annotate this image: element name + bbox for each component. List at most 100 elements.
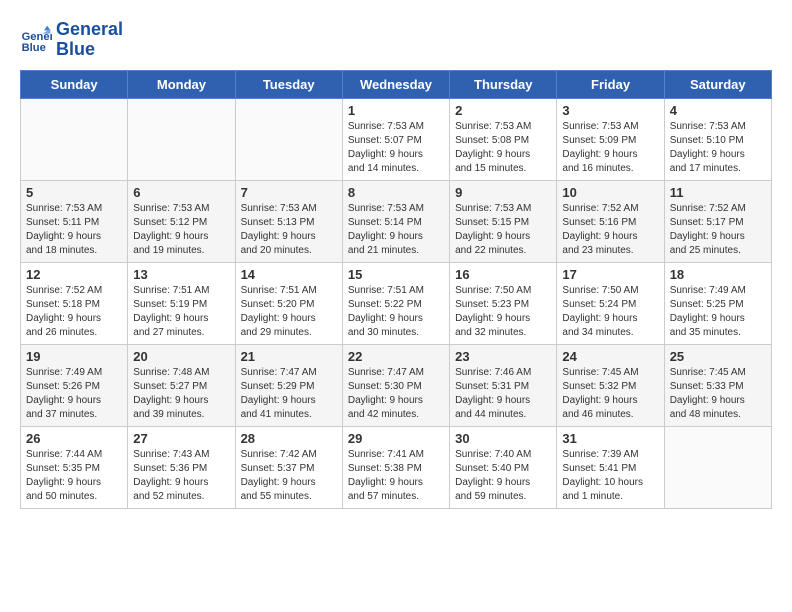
calendar-cell: 8 Sunrise: 7:53 AM Sunset: 5:14 PM Daylig… [342,180,449,262]
calendar-cell: 11 Sunrise: 7:52 AM Sunset: 5:17 PM Dayli… [664,180,771,262]
calendar-body: 1Sunrise: 7:53 AM Sunset: 5:07 PM Daylig… [21,98,772,508]
calendar-cell: 18 Sunrise: 7:49 AM Sunset: 5:25 PM Dayli… [664,262,771,344]
cell-content: Sunrise: 7:49 AM Sunset: 5:26 PM Dayligh… [26,366,122,422]
calendar-cell [235,98,342,180]
calendar-cell: 15 Sunrise: 7:51 AM Sunset: 5:22 PM Dayli… [342,262,449,344]
cell-content: Sunrise: 7:53 AM Sunset: 5:10 PM Dayligh… [670,120,766,176]
day-number: 1 [348,103,444,118]
day-number: 10 [562,185,658,200]
day-number: 20 [133,349,229,364]
day-number: 28 [241,431,337,446]
day-number: 21 [241,349,337,364]
cell-content: Sunrise: 7:44 AM Sunset: 5:35 PM Dayligh… [26,448,122,504]
calendar-cell: 17Sunrise: 7:50 AM Sunset: 5:24 PM Dayli… [557,262,664,344]
day-number: 16 [455,267,551,282]
day-number: 4 [670,103,766,118]
cell-content: Sunrise: 7:52 AM Sunset: 5:17 PM Dayligh… [670,202,766,258]
cell-content: Sunrise: 7:47 AM Sunset: 5:29 PM Dayligh… [241,366,337,422]
week-row-4: 19Sunrise: 7:49 AM Sunset: 5:26 PM Dayli… [21,344,772,426]
calendar-cell [664,426,771,508]
calendar-cell: 19Sunrise: 7:49 AM Sunset: 5:26 PM Dayli… [21,344,128,426]
cell-content: Sunrise: 7:45 AM Sunset: 5:33 PM Dayligh… [670,366,766,422]
day-header-monday: Monday [128,70,235,98]
calendar-header: SundayMondayTuesdayWednesdayThursdayFrid… [21,70,772,98]
calendar-cell [21,98,128,180]
day-number: 24 [562,349,658,364]
day-number: 15 [348,267,444,282]
page-header: General Blue General Blue [20,20,772,60]
cell-content: Sunrise: 7:51 AM Sunset: 5:20 PM Dayligh… [241,284,337,340]
calendar-cell: 26 Sunrise: 7:44 AM Sunset: 5:35 PM Dayli… [21,426,128,508]
calendar-cell: 5 Sunrise: 7:53 AM Sunset: 5:11 PM Daylig… [21,180,128,262]
cell-content: Sunrise: 7:39 AM Sunset: 5:41 PM Dayligh… [562,448,658,504]
day-number: 6 [133,185,229,200]
day-number: 14 [241,267,337,282]
day-number: 8 [348,185,444,200]
day-header-sunday: Sunday [21,70,128,98]
day-number: 5 [26,185,122,200]
day-number: 27 [133,431,229,446]
calendar-cell: 6 Sunrise: 7:53 AM Sunset: 5:12 PM Daylig… [128,180,235,262]
day-number: 9 [455,185,551,200]
day-header-wednesday: Wednesday [342,70,449,98]
day-number: 3 [562,103,658,118]
day-number: 23 [455,349,551,364]
calendar-cell: 13Sunrise: 7:51 AM Sunset: 5:19 PM Dayli… [128,262,235,344]
week-row-5: 26 Sunrise: 7:44 AM Sunset: 5:35 PM Dayli… [21,426,772,508]
calendar-cell: 23 Sunrise: 7:46 AM Sunset: 5:31 PM Dayli… [450,344,557,426]
cell-content: Sunrise: 7:51 AM Sunset: 5:22 PM Dayligh… [348,284,444,340]
day-header-friday: Friday [557,70,664,98]
logo-icon: General Blue [20,24,52,56]
day-header-saturday: Saturday [664,70,771,98]
calendar-table: SundayMondayTuesdayWednesdayThursdayFrid… [20,70,772,509]
calendar-cell: 28Sunrise: 7:42 AM Sunset: 5:37 PM Dayli… [235,426,342,508]
day-number: 22 [348,349,444,364]
cell-content: Sunrise: 7:46 AM Sunset: 5:31 PM Dayligh… [455,366,551,422]
cell-content: Sunrise: 7:43 AM Sunset: 5:36 PM Dayligh… [133,448,229,504]
cell-content: Sunrise: 7:40 AM Sunset: 5:40 PM Dayligh… [455,448,551,504]
cell-content: Sunrise: 7:51 AM Sunset: 5:19 PM Dayligh… [133,284,229,340]
calendar-cell: 21 Sunrise: 7:47 AM Sunset: 5:29 PM Dayli… [235,344,342,426]
day-number: 30 [455,431,551,446]
calendar-cell: 10 Sunrise: 7:52 AM Sunset: 5:16 PM Dayli… [557,180,664,262]
cell-content: Sunrise: 7:53 AM Sunset: 5:12 PM Dayligh… [133,202,229,258]
cell-content: Sunrise: 7:53 AM Sunset: 5:08 PM Dayligh… [455,120,551,176]
calendar-cell: 24 Sunrise: 7:45 AM Sunset: 5:32 PM Dayli… [557,344,664,426]
week-row-1: 1Sunrise: 7:53 AM Sunset: 5:07 PM Daylig… [21,98,772,180]
day-header-thursday: Thursday [450,70,557,98]
day-number: 25 [670,349,766,364]
calendar-cell: 31 Sunrise: 7:39 AM Sunset: 5:41 PM Dayli… [557,426,664,508]
cell-content: Sunrise: 7:53 AM Sunset: 5:15 PM Dayligh… [455,202,551,258]
cell-content: Sunrise: 7:53 AM Sunset: 5:09 PM Dayligh… [562,120,658,176]
day-number: 26 [26,431,122,446]
cell-content: Sunrise: 7:49 AM Sunset: 5:25 PM Dayligh… [670,284,766,340]
day-header-tuesday: Tuesday [235,70,342,98]
calendar-cell: 2Sunrise: 7:53 AM Sunset: 5:08 PM Daylig… [450,98,557,180]
cell-content: Sunrise: 7:53 AM Sunset: 5:13 PM Dayligh… [241,202,337,258]
calendar-cell: 27 Sunrise: 7:43 AM Sunset: 5:36 PM Dayli… [128,426,235,508]
cell-content: Sunrise: 7:52 AM Sunset: 5:16 PM Dayligh… [562,202,658,258]
day-number: 12 [26,267,122,282]
calendar-cell: 25 Sunrise: 7:45 AM Sunset: 5:33 PM Dayli… [664,344,771,426]
calendar-cell: 7 Sunrise: 7:53 AM Sunset: 5:13 PM Daylig… [235,180,342,262]
calendar-cell: 30 Sunrise: 7:40 AM Sunset: 5:40 PM Dayli… [450,426,557,508]
logo-text: General Blue [56,20,123,60]
cell-content: Sunrise: 7:53 AM Sunset: 5:11 PM Dayligh… [26,202,122,258]
cell-content: Sunrise: 7:50 AM Sunset: 5:24 PM Dayligh… [562,284,658,340]
calendar-cell: 12 Sunrise: 7:52 AM Sunset: 5:18 PM Dayli… [21,262,128,344]
day-number: 11 [670,185,766,200]
day-number: 18 [670,267,766,282]
calendar-cell: 9 Sunrise: 7:53 AM Sunset: 5:15 PM Daylig… [450,180,557,262]
cell-content: Sunrise: 7:45 AM Sunset: 5:32 PM Dayligh… [562,366,658,422]
day-number: 31 [562,431,658,446]
day-number: 7 [241,185,337,200]
cell-content: Sunrise: 7:47 AM Sunset: 5:30 PM Dayligh… [348,366,444,422]
cell-content: Sunrise: 7:48 AM Sunset: 5:27 PM Dayligh… [133,366,229,422]
calendar-cell: 29Sunrise: 7:41 AM Sunset: 5:38 PM Dayli… [342,426,449,508]
cell-content: Sunrise: 7:52 AM Sunset: 5:18 PM Dayligh… [26,284,122,340]
cell-content: Sunrise: 7:50 AM Sunset: 5:23 PM Dayligh… [455,284,551,340]
calendar-cell: 20 Sunrise: 7:48 AM Sunset: 5:27 PM Dayli… [128,344,235,426]
cell-content: Sunrise: 7:53 AM Sunset: 5:14 PM Dayligh… [348,202,444,258]
cell-content: Sunrise: 7:41 AM Sunset: 5:38 PM Dayligh… [348,448,444,504]
calendar-cell: 3 Sunrise: 7:53 AM Sunset: 5:09 PM Daylig… [557,98,664,180]
